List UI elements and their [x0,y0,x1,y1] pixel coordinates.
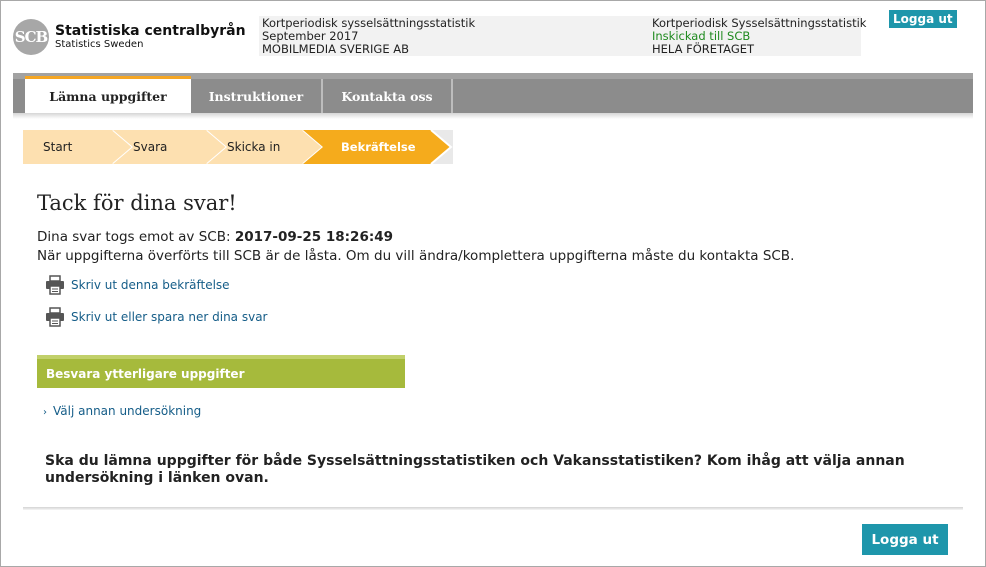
chevron-right-icon: › [43,407,47,418]
choose-other-survey-label: Välj annan undersökning [53,404,202,418]
tab-lamna-uppgifter[interactable]: Lämna uppgifter [25,76,191,113]
print-answers-label: Skriv ut eller spara ner dina svar [71,310,268,324]
received-timestamp: 2017-09-25 18:26:49 [234,229,394,245]
step-bekraftelse: Bekräftelse [303,130,453,164]
logout-button-top[interactable]: Logga ut [889,10,957,28]
step-skicka-in: Skicka in [207,130,325,164]
reporting-scope: HELA FÖRETAGET [652,42,755,56]
reminder-note: Ska du lämna uppgifter för både Sysselsä… [45,453,905,486]
survey-info-box: Kortperiodisk sysselsättningsstatistik S… [259,16,866,56]
received-prefix: Dina svar togs emot av SCB: [37,229,231,245]
step-skicka-in-label: Skicka in [227,140,281,154]
scb-logo-mark: SCB [13,19,49,55]
printer-icon [46,275,64,295]
step-bekraftelse-label: Bekräftelse [341,140,416,154]
page: SCB Statistiska centralbyrån Statistics … [0,0,986,567]
logo-name: Statistiska centralbyrån [55,22,246,39]
choose-other-survey-link[interactable]: › Välj annan undersökning [43,404,201,418]
print-confirmation-label: Skriv ut denna bekräftelse [71,278,230,292]
section-header-more-surveys: Besvara ytterligare uppgifter [37,355,405,388]
locked-notice: När uppgifterna överförts till SCB är de… [37,248,795,264]
step-start: Start [23,130,133,164]
tab-instruktioner[interactable]: Instruktioner [191,79,323,113]
logo-subtitle: Statistics Sweden [55,39,144,51]
tab-kontakta-oss[interactable]: Kontakta oss [323,79,453,113]
nav-shadow [13,113,973,119]
printer-icon [46,307,64,327]
step-svara-label: Svara [133,140,168,154]
company-name: MOBILMEDIA SVERIGE AB [262,42,410,56]
bottom-divider [23,507,963,510]
page-title: Tack för dina svar! [37,191,237,215]
step-start-label: Start [43,140,73,154]
scb-logo[interactable]: SCB Statistiska centralbyrån Statistics … [13,19,246,55]
print-answers-link[interactable]: Skriv ut eller spara ner dina svar [45,307,267,327]
received-line: Dina svar togs emot av SCB: 2017-09-25 1… [37,229,393,245]
logout-button-bottom[interactable]: Logga ut [862,524,948,555]
print-confirmation-link[interactable]: Skriv ut denna bekräftelse [45,275,230,295]
main-nav: Lämna uppgifter Instruktioner Kontakta o… [13,76,973,113]
step-svara: Svara [113,130,229,164]
